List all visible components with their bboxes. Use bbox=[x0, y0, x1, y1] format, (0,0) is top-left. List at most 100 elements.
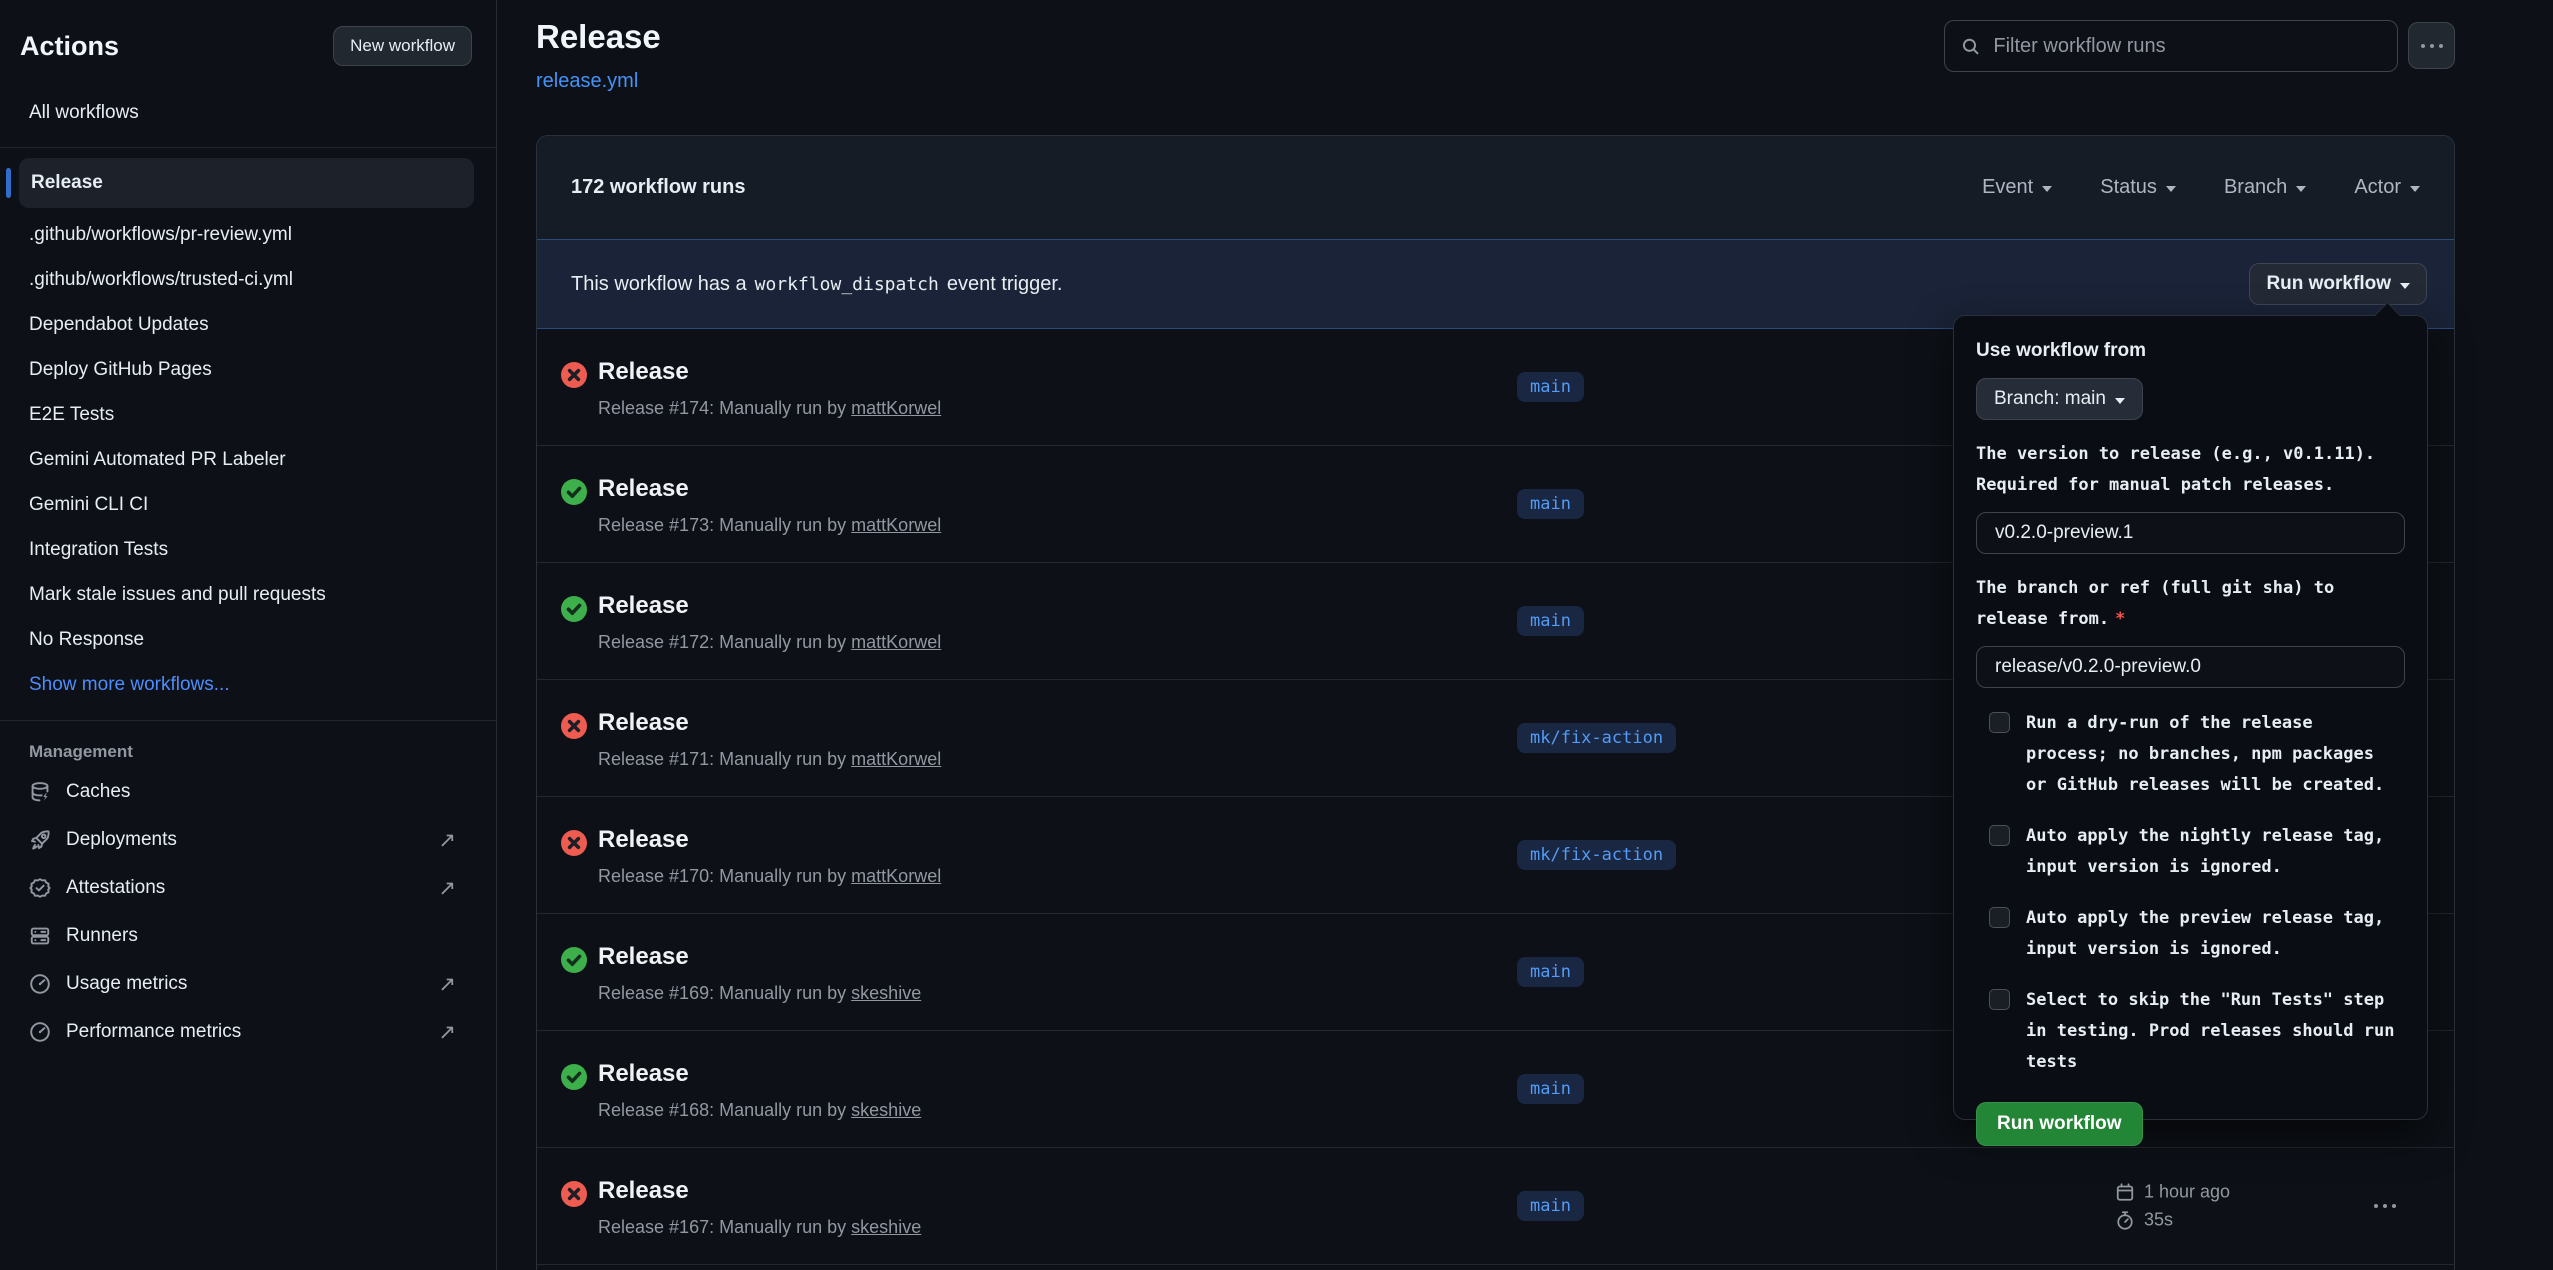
run-meta: 1 hour ago 35s bbox=[2115, 1182, 2230, 1231]
sidebar-workflow-item-5[interactable]: Gemini Automated PR Labeler bbox=[0, 437, 496, 482]
management-item-5[interactable]: Performance metrics ↗ bbox=[0, 1008, 496, 1056]
branch-badge[interactable]: mk/fix-action bbox=[1517, 723, 1676, 753]
filter-dropdown-1[interactable]: Status bbox=[2100, 176, 2176, 199]
checkbox-2[interactable] bbox=[1989, 907, 2010, 928]
branch-selector-button[interactable]: Branch: main bbox=[1976, 378, 2143, 420]
checkbox-label-0: Run a dry-run of the release process; no… bbox=[2026, 708, 2396, 801]
checkbox-label-2: Auto apply the preview release tag, inpu… bbox=[2026, 903, 2396, 965]
management-item-3[interactable]: Runners ↗ bbox=[0, 912, 496, 960]
run-subtitle: Release #173: Manually run by mattKorwel bbox=[598, 515, 941, 536]
branch-badge[interactable]: main bbox=[1517, 1191, 1584, 1221]
branch-badge[interactable]: main bbox=[1517, 957, 1584, 987]
branch-badge[interactable]: main bbox=[1517, 372, 1584, 402]
checkbox-row-1: Auto apply the nightly release tag, inpu… bbox=[1976, 821, 2405, 883]
ref-input[interactable] bbox=[1976, 646, 2405, 688]
filter-dropdown-3[interactable]: Actor bbox=[2354, 176, 2420, 199]
page-title: Release bbox=[536, 18, 661, 56]
search-icon bbox=[1961, 36, 1980, 57]
filter-workflow-runs-box[interactable] bbox=[1944, 20, 2398, 72]
run-title-link[interactable]: Release bbox=[598, 826, 689, 854]
sidebar-workflow-item-2[interactable]: Dependabot Updates bbox=[0, 302, 496, 347]
required-asterisk: * bbox=[2115, 609, 2125, 629]
management-item-4[interactable]: Usage metrics ↗ bbox=[0, 960, 496, 1008]
sidebar-workflow-item-0[interactable]: .github/workflows/pr-review.yml bbox=[0, 212, 496, 257]
run-title-link[interactable]: Release bbox=[598, 1177, 689, 1205]
management-section-label: Management bbox=[29, 742, 496, 762]
sidebar-workflow-item-9[interactable]: No Response bbox=[0, 617, 496, 662]
management-item-label: Usage metrics bbox=[66, 973, 187, 995]
checkbox-3[interactable] bbox=[1989, 989, 2010, 1010]
workflow-options-kebab-button[interactable] bbox=[2408, 22, 2455, 69]
new-workflow-button[interactable]: New workflow bbox=[333, 26, 472, 66]
sidebar-workflow-item-7[interactable]: Integration Tests bbox=[0, 527, 496, 572]
sidebar-workflow-item-8[interactable]: Mark stale issues and pull requests bbox=[0, 572, 496, 617]
run-title-link[interactable]: Release bbox=[598, 943, 689, 971]
sidebar-workflow-item-1[interactable]: .github/workflows/trusted-ci.yml bbox=[0, 257, 496, 302]
chevron-down-icon bbox=[2042, 186, 2052, 192]
workflow-file-link[interactable]: release.yml bbox=[536, 70, 638, 93]
branch-badge[interactable]: main bbox=[1517, 489, 1584, 519]
checkbox-label-3: Select to skip the "Run Tests" step in t… bbox=[2026, 985, 2396, 1078]
external-link-arrow-icon: ↗ bbox=[438, 828, 456, 853]
2-management-icon bbox=[29, 877, 51, 899]
branch-badge[interactable]: main bbox=[1517, 606, 1584, 636]
run-actor-link[interactable]: skeshive bbox=[851, 983, 921, 1003]
management-item-0[interactable]: Caches ↗ bbox=[0, 768, 496, 816]
run-filters: Event Status Branch Actor bbox=[1982, 176, 2420, 199]
5-management-icon bbox=[29, 1021, 51, 1043]
run-subtitle: Release #171: Manually run by mattKorwel bbox=[598, 749, 941, 770]
run-options-kebab-button[interactable] bbox=[2366, 1196, 2404, 1216]
sidebar-title: Actions bbox=[20, 31, 119, 62]
x-circle-fill-icon bbox=[561, 362, 587, 393]
sidebar-workflow-item-4[interactable]: E2E Tests bbox=[0, 392, 496, 437]
management-item-1[interactable]: Deployments ↗ bbox=[0, 816, 496, 864]
chevron-down-icon bbox=[2166, 186, 2176, 192]
run-actor-link[interactable]: skeshive bbox=[851, 1100, 921, 1120]
x-circle-fill-icon bbox=[561, 830, 587, 861]
sidebar-workflow-item-3[interactable]: Deploy GitHub Pages bbox=[0, 347, 496, 392]
check-circle-fill-icon bbox=[561, 1064, 587, 1095]
run-actor-link[interactable]: mattKorwel bbox=[851, 632, 941, 652]
management-item-label: Attestations bbox=[66, 877, 165, 899]
run-workflow-submit-button[interactable]: Run workflow bbox=[1976, 1102, 2143, 1146]
run-title-link[interactable]: Release bbox=[598, 592, 689, 620]
run-actor-link[interactable]: mattKorwel bbox=[851, 515, 941, 535]
checkbox-0[interactable] bbox=[1989, 712, 2010, 733]
run-title-link[interactable]: Release bbox=[598, 358, 689, 386]
external-link-arrow-icon: ↗ bbox=[438, 1020, 456, 1045]
branch-badge[interactable]: mk/fix-action bbox=[1517, 840, 1676, 870]
run-actor-link[interactable]: mattKorwel bbox=[851, 866, 941, 886]
check-circle-fill-icon bbox=[561, 596, 587, 627]
sidebar-item-release-selected[interactable]: Release bbox=[19, 158, 474, 208]
run-actor-link[interactable]: mattKorwel bbox=[851, 749, 941, 769]
branch-badge[interactable]: main bbox=[1517, 1074, 1584, 1104]
run-actor-link[interactable]: skeshive bbox=[851, 1217, 921, 1237]
management-item-label: Performance metrics bbox=[66, 1021, 241, 1043]
filter-dropdown-0[interactable]: Event bbox=[1982, 176, 2052, 199]
sidebar-item-all-workflows[interactable]: All workflows bbox=[0, 92, 496, 134]
run-workflow-dropdown-button[interactable]: Run workflow bbox=[2249, 263, 2427, 305]
run-title-link[interactable]: Release bbox=[598, 475, 689, 503]
filter-dropdown-2[interactable]: Branch bbox=[2224, 176, 2306, 199]
3-management-icon bbox=[29, 925, 51, 947]
external-link-arrow-icon: ↗ bbox=[438, 876, 456, 901]
show-more-workflows-link[interactable]: Show more workflows... bbox=[0, 662, 496, 707]
ref-input-label: The branch or ref (full git sha) to rele… bbox=[1976, 573, 2405, 635]
check-circle-fill-icon bbox=[561, 479, 587, 510]
checkbox-1[interactable] bbox=[1989, 825, 2010, 846]
sidebar-workflow-item-6[interactable]: Gemini CLI CI bbox=[0, 482, 496, 527]
version-input[interactable] bbox=[1976, 512, 2405, 554]
checkbox-row-3: Select to skip the "Run Tests" step in t… bbox=[1976, 985, 2405, 1078]
run-count-label: 172 workflow runs bbox=[571, 176, 746, 199]
run-title-link[interactable]: Release bbox=[598, 1060, 689, 1088]
external-link-arrow-icon: ↗ bbox=[438, 972, 456, 997]
filter-workflow-runs-input[interactable] bbox=[1993, 35, 2381, 58]
x-circle-fill-icon bbox=[561, 713, 587, 744]
run-subtitle: Release #167: Manually run by skeshive bbox=[598, 1217, 921, 1238]
run-title-link[interactable]: Release bbox=[598, 709, 689, 737]
management-item-2[interactable]: Attestations ↗ bbox=[0, 864, 496, 912]
workflow-dispatch-code: workflow_dispatch bbox=[755, 274, 939, 295]
run-actor-link[interactable]: mattKorwel bbox=[851, 398, 941, 418]
1-management-icon bbox=[29, 829, 51, 851]
run-row-7: Release Release #167: Manually run by sk… bbox=[537, 1148, 2454, 1265]
